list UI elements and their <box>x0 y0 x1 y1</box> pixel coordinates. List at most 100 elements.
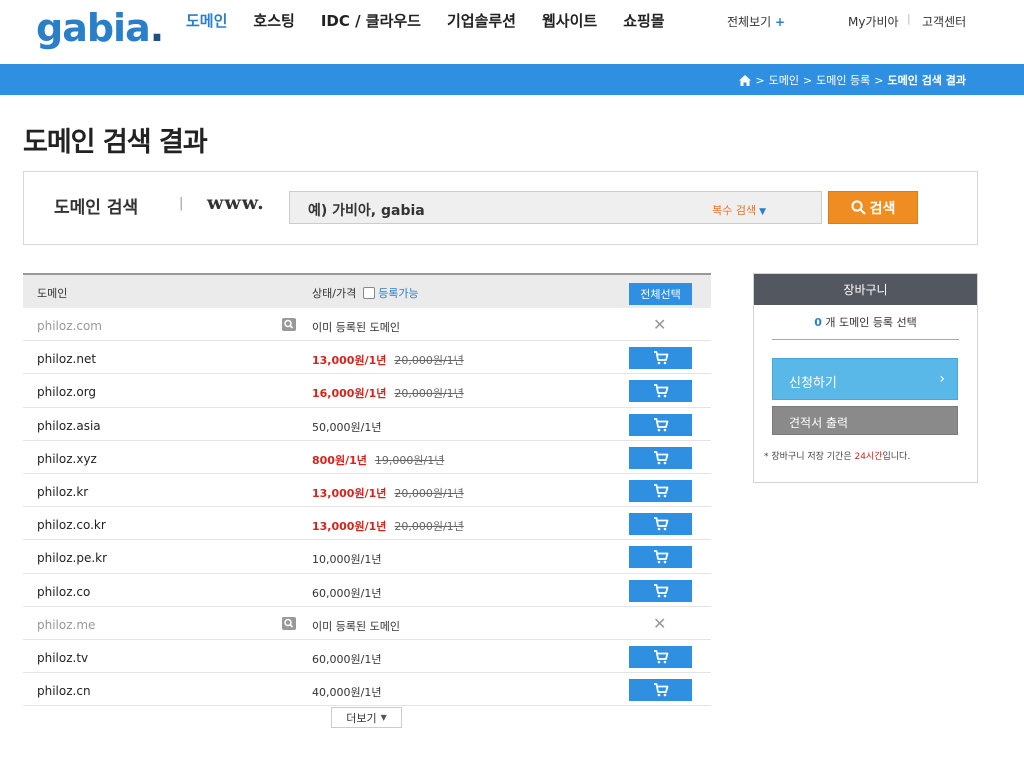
cart-icon <box>653 450 669 465</box>
breadcrumb-domain[interactable]: 도메인 <box>769 72 799 88</box>
original-price: 20,000원/1년 <box>394 354 464 368</box>
domain-price: 800원/1년 19,000원/1년 <box>312 452 444 468</box>
menu-item-enterprise-solution[interactable]: 기업솔루션 <box>447 10 516 31</box>
domain-price: 16,000원/1년 20,000원/1년 <box>312 385 464 401</box>
table-row: philoz.cn 40,000원/1년 <box>23 673 711 707</box>
close-icon: ✕ <box>653 613 667 633</box>
domain-price: 60,000원/1년 <box>312 652 382 666</box>
divider <box>772 339 959 340</box>
table-header: 도메인 상태/가격 등록가능 전체선택 <box>23 273 711 308</box>
page-title: 도메인 검색 결과 <box>23 127 208 158</box>
multi-search-toggle[interactable]: 복수 검색 ▼ <box>712 202 766 218</box>
my-gabia-link[interactable]: My가비아 <box>848 13 899 30</box>
domain-price: 40,000원/1년 <box>312 686 382 700</box>
table-row: philoz.com 이미 등록된 도메인 ✕ <box>23 308 711 342</box>
domain-price: 10,000원/1년 <box>312 553 382 567</box>
add-to-cart-button[interactable] <box>629 513 692 536</box>
search-button[interactable]: 검색 <box>828 191 918 224</box>
domain-name: philoz.co <box>37 584 91 599</box>
domain-price: 13,000원/1년 20,000원/1년 <box>312 485 464 501</box>
breadcrumb: > 도메인 > 도메인 등록 > 도메인 검색 결과 <box>739 72 966 88</box>
cart-icon <box>653 550 669 564</box>
menu-item-hosting[interactable]: 호스팅 <box>253 10 294 31</box>
menu-item-shopping-mall[interactable]: 쇼핑몰 <box>623 10 664 31</box>
whois-search-icon[interactable] <box>282 318 296 331</box>
gabia-logo[interactable]: gabia. <box>36 6 164 50</box>
original-price: 19,000원/1년 <box>374 453 445 467</box>
menu-item-website[interactable]: 웹사이트 <box>542 10 597 31</box>
column-header-status: 상태/가격 등록가능 <box>312 285 419 301</box>
main-menu: 도메인 호스팅 IDC / 클라우드 기업솔루션 웹사이트 쇼핑몰 <box>186 10 691 31</box>
more-button[interactable]: 더보기 ▼ <box>331 707 402 728</box>
cart-icon <box>653 351 669 365</box>
breadcrumb-separator: > <box>874 73 884 87</box>
search-label-separator: | <box>179 196 184 211</box>
domain-price: 13,000원/1년 20,000원/1년 <box>312 518 464 534</box>
cart-icon <box>653 649 669 664</box>
search-icon <box>851 200 866 215</box>
add-to-cart-button[interactable] <box>629 347 692 370</box>
menu-item-idc-cloud[interactable]: IDC / 클라우드 <box>321 10 421 31</box>
chevron-right-icon: › <box>939 371 945 387</box>
cart-icon <box>653 417 669 432</box>
domain-name: philoz.asia <box>37 418 101 433</box>
top-navigation: gabia. 도메인 호스팅 IDC / 클라우드 기업솔루션 웹사이트 쇼핑몰… <box>0 0 1024 64</box>
search-placeholder: 예) 가비아, gabia <box>308 203 425 219</box>
caret-down-icon: ▼ <box>380 713 387 722</box>
add-to-cart-button[interactable] <box>629 479 692 502</box>
add-to-cart-button[interactable] <box>629 579 692 602</box>
domain-price: 50,000원/1년 <box>312 420 382 434</box>
apply-button[interactable]: 신청하기 › <box>772 358 958 400</box>
menu-item-domain[interactable]: 도메인 <box>186 10 227 31</box>
view-all-link[interactable]: 전체보기 + <box>727 13 785 30</box>
breadcrumb-separator: > <box>802 73 813 87</box>
domain-search-box: 도메인 검색 | www. 예) 가비아, gabia 복수 검색 ▼ 검색 <box>23 171 978 245</box>
customer-center-link[interactable]: 고객센터 <box>922 13 966 30</box>
domain-name: philoz.kr <box>37 484 89 499</box>
cart-icon <box>653 683 669 697</box>
add-to-cart-button[interactable] <box>629 546 692 569</box>
domain-status: 이미 등록된 도메인 <box>312 321 400 334</box>
whois-search-icon[interactable] <box>282 616 296 630</box>
table-row: philoz.net 13,000원/1년 20,000원/1년 <box>23 341 711 375</box>
table-row: philoz.co.kr 13,000원/1년 20,000원/1년 <box>23 507 711 541</box>
home-icon[interactable] <box>739 74 752 86</box>
add-to-cart-button[interactable] <box>629 413 692 436</box>
available-only-checkbox[interactable] <box>363 287 376 299</box>
sale-price: 800원/1년 <box>312 453 367 467</box>
add-to-cart-button[interactable] <box>629 380 692 403</box>
cart-icon <box>653 517 669 531</box>
print-quote-button[interactable]: 견적서 출력 <box>772 406 958 435</box>
plus-icon: + <box>775 15 786 29</box>
sale-price: 13,000원/1년 <box>312 520 387 534</box>
cart-icon <box>653 384 669 398</box>
domain-name: philoz.xyz <box>37 451 97 466</box>
cart-panel: 장바구니 0 개 도메인 등록 선택 신청하기 › 견적서 출력 * 장바구니 저… <box>753 273 978 483</box>
cart-count: 0 개 도메인 등록 선택 <box>814 316 917 329</box>
domain-name: philoz.pe.kr <box>37 551 108 566</box>
select-all-button[interactable]: 전체선택 <box>629 283 692 305</box>
breadcrumb-separator: > <box>755 73 765 87</box>
domain-name: philoz.co.kr <box>37 518 106 533</box>
add-to-cart-button[interactable] <box>629 679 692 702</box>
table-row: philoz.org 16,000원/1년 20,000원/1년 <box>23 374 711 408</box>
cart-title: 장바구니 <box>754 274 977 305</box>
cart-icon <box>653 484 669 498</box>
table-row: philoz.xyz 800원/1년 19,000원/1년 <box>23 441 711 474</box>
breadcrumb-bar: > 도메인 > 도메인 등록 > 도메인 검색 결과 <box>0 64 1024 95</box>
domain-price: 13,000원/1년 20,000원/1년 <box>312 352 464 368</box>
search-input[interactable]: 예) 가비아, gabia 복수 검색 ▼ <box>289 191 822 224</box>
sale-price: 13,000원/1년 <box>312 486 387 500</box>
add-to-cart-button[interactable] <box>629 645 692 668</box>
close-icon: ✕ <box>653 315 667 334</box>
add-to-cart-button[interactable] <box>629 446 692 469</box>
domain-name: philoz.tv <box>37 650 89 665</box>
original-price: 20,000원/1년 <box>394 486 464 500</box>
table-row: philoz.pe.kr 10,000원/1년 <box>23 540 711 574</box>
breadcrumb-domain-register[interactable]: 도메인 등록 <box>816 72 870 88</box>
available-only-label[interactable]: 등록가능 <box>378 285 418 301</box>
table-row: philoz.tv 60,000원/1년 <box>23 640 711 674</box>
cart-note: * 장바구니 저장 기간은 24시간입니다. <box>764 452 911 462</box>
breadcrumb-current: 도메인 검색 결과 <box>887 74 967 87</box>
table-row: philoz.asia 50,000원/1년 <box>23 408 711 441</box>
